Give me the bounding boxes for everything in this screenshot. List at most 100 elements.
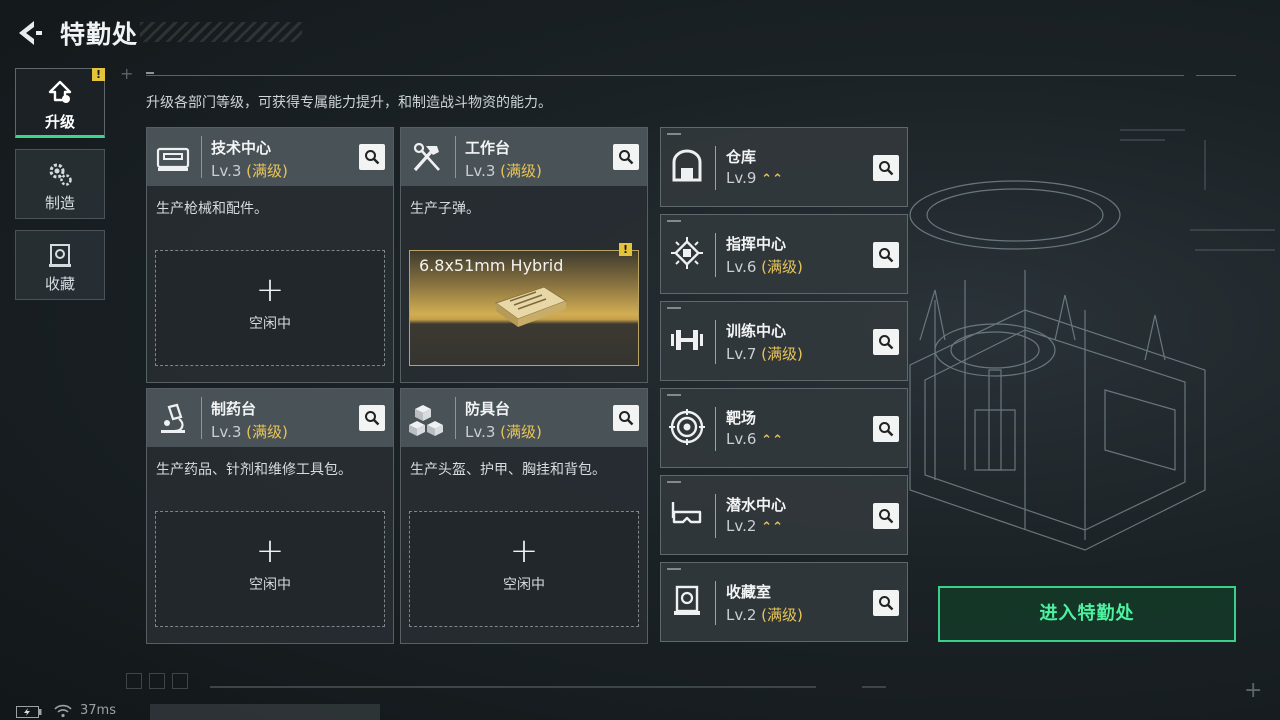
dumbbell-icon [671,330,703,350]
facility-level: Lv.3 (满级) [211,423,288,441]
facility-description: 生产头盔、护甲、胸挂和背包。 [410,462,606,478]
facility-collection-room[interactable]: 收藏室 Lv.2 (满级) [660,562,908,642]
hammer-wrench-icon [413,142,440,172]
facility-description: 生产子弹。 [410,201,480,217]
ammo-name: 6.8x51mm Hybrid [419,256,564,275]
facility-name: 仓库 [726,148,757,166]
base-blueprint-illustration [909,129,1275,551]
add-icon: + [509,531,539,571]
warehouse-icon [672,149,702,182]
search-icon [879,509,894,524]
card-pharmacy: 制药台 Lv.3 (满级) 生产药品、针剂和维修工具包。 + 空闲中 [146,388,394,644]
card-header: 工作台 Lv.3 (满级) [401,128,647,186]
facility-name: 工作台 [465,139,511,157]
upgrade-available-icon: ⌃⌃ [761,172,783,187]
inspect-button[interactable] [873,155,899,181]
collection-icon [49,244,71,267]
add-icon: + [255,270,285,310]
upgrade-available-icon: ⌃⌃ [761,433,783,448]
facility-name: 靶场 [726,409,757,427]
upgrade-available-icon: ⌃⌃ [761,520,783,535]
inspect-button[interactable] [873,242,899,268]
search-icon [879,596,894,611]
facility-level: Lv.9 ⌃⌃ [726,169,783,187]
search-icon [879,422,894,437]
enter-special-ops-button[interactable]: 进入特勤处 [938,586,1236,642]
gears-icon [49,163,72,186]
facility-level: Lv.2 ⌃⌃ [726,517,783,535]
diving-mask-icon [671,502,702,524]
tab-craft[interactable]: 制造 [15,149,105,219]
tab-collection[interactable]: 收藏 [15,230,105,300]
inspect-button[interactable] [613,405,639,431]
slot-status: 空闲中 [503,577,545,593]
facility-name: 潜水中心 [726,496,787,514]
search-icon [879,161,894,176]
alert-badge: ! [92,68,105,81]
facility-level: Lv.6 (满级) [726,258,803,276]
intro-text: 升级各部门等级，可获得专属能力提升，和制造战斗物资的能力。 [146,95,552,111]
facility-diving-center[interactable]: 潜水中心 Lv.2 ⌃⌃ [660,475,908,555]
facility-name: 指挥中心 [726,235,787,253]
top-divider-tick [146,72,154,74]
slot-status: 空闲中 [249,316,291,332]
card-header: 防具台 Lv.3 (满级) [401,389,647,447]
production-slot[interactable]: + 空闲中 [155,250,385,366]
footer-divider [210,686,816,688]
wifi-icon [54,704,72,718]
inspect-button[interactable] [873,329,899,355]
search-icon [619,411,634,426]
tech-center-icon [156,147,190,171]
back-button[interactable] [14,18,44,48]
inspect-button[interactable] [873,416,899,442]
chip-icon [671,237,703,269]
card-workbench: 工作台 Lv.3 (满级) 生产子弹。 6.8x51mm Hybrid ! [400,127,648,383]
facility-level: Lv.3 (满级) [465,423,542,441]
search-icon [365,411,380,426]
tab-upgrade-label: 升级 [44,113,75,131]
search-icon [879,248,894,263]
back-arrow-icon [19,21,42,45]
production-slot[interactable]: + 空闲中 [409,511,639,627]
facility-training-center[interactable]: 训练中心 Lv.7 (满级) [660,301,908,381]
status-strip [150,704,380,720]
facility-level: Lv.3 (满级) [211,162,288,180]
inspect-button[interactable] [613,144,639,170]
upgrade-icon [48,80,72,103]
inspect-button[interactable] [359,144,385,170]
screen: 特勤处 + + 升级 ! 制造 收藏 升级各部门等级，可获得专属能力提升，和制造… [0,0,1280,720]
inspect-button[interactable] [873,503,899,529]
slot-status: 空闲中 [249,577,291,593]
inspect-button[interactable] [359,405,385,431]
footer-divider [862,686,886,688]
top-divider [146,75,1184,76]
facility-command-center[interactable]: 指挥中心 Lv.6 (满级) [660,214,908,294]
facility-name: 训练中心 [726,322,787,340]
card-header: 制药台 Lv.3 (满级) [147,389,393,447]
facility-level: Lv.6 ⌃⌃ [726,430,783,448]
facility-name: 制药台 [211,400,257,418]
top-divider-right [1196,75,1236,76]
microscope-icon [161,403,185,433]
search-icon [619,150,634,165]
facility-shooting-range[interactable]: 靶场 Lv.6 ⌃⌃ [660,388,908,468]
alert-badge: ! [619,243,632,256]
ammo-box-icon [494,286,568,327]
facility-name: 收藏室 [726,583,772,601]
card-armor-bench: 防具台 Lv.3 (满级) 生产头盔、护甲、胸挂和背包。 + 空闲中 [400,388,648,644]
facility-level: Lv.3 (满级) [465,162,542,180]
production-slot[interactable]: + 空闲中 [155,511,385,627]
target-icon [669,409,705,445]
add-icon: + [255,531,285,571]
page-title: 特勤处 [60,20,139,49]
facility-level: Lv.7 (满级) [726,345,803,363]
facility-name: 技术中心 [211,139,272,157]
tab-upgrade[interactable]: 升级 ! [15,68,105,138]
card-tech-center: 技术中心 Lv.3 (满级) 生产枪械和配件。 + 空闲中 [146,127,394,383]
battery-icon [16,706,42,718]
ammo-production-item[interactable]: 6.8x51mm Hybrid ! [409,243,639,366]
tab-craft-label: 制造 [44,194,75,212]
facility-warehouse[interactable]: 仓库 Lv.9 ⌃⌃ [660,127,908,207]
inspect-button[interactable] [873,590,899,616]
network-latency: 37ms [80,703,116,718]
